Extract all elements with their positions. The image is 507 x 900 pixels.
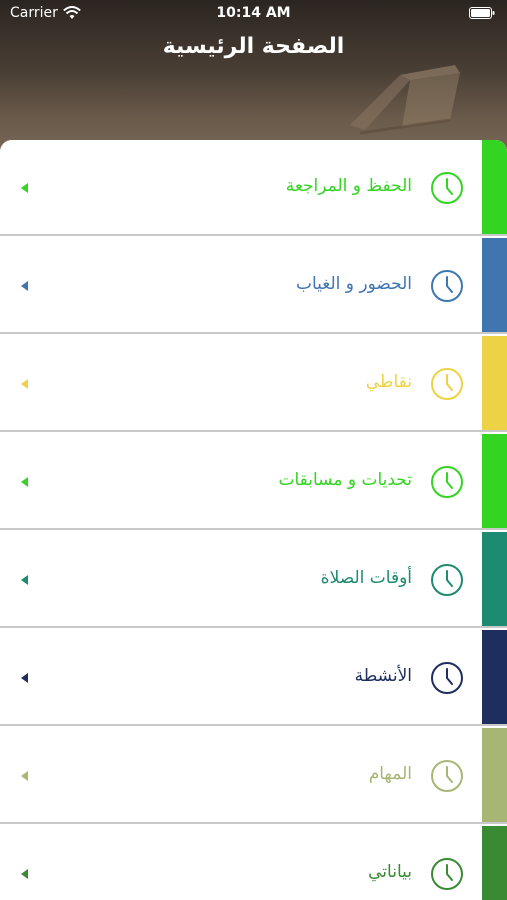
menu-item-challenges[interactable]: تحديات و مسابقات <box>0 434 507 530</box>
menu-item-my-data[interactable]: بياناتي <box>0 826 507 900</box>
menu-item-points[interactable]: نقاطي <box>0 336 507 432</box>
color-strip <box>482 728 507 822</box>
page-title: الصفحة الرئيسية <box>162 34 345 59</box>
clock-icon <box>431 368 463 400</box>
clock-icon <box>431 662 463 694</box>
arrow-left-icon <box>21 869 28 879</box>
battery-icon <box>469 7 495 19</box>
menu-item-label: بياناتي <box>368 862 412 882</box>
menu-list: الحفظ و المراجعة الحضور و الغياب نقاطي ت… <box>0 140 507 900</box>
quran-stand-image <box>350 65 460 135</box>
arrow-left-icon <box>21 183 28 193</box>
menu-item-label: الأنشطة <box>354 666 412 686</box>
menu-item-activities[interactable]: الأنشطة <box>0 630 507 726</box>
status-time: 10:14 AM <box>216 5 291 21</box>
color-strip <box>482 238 507 332</box>
color-strip <box>482 434 507 528</box>
menu-item-label: المهام <box>368 764 412 784</box>
arrow-left-icon <box>21 575 28 585</box>
clock-icon <box>431 858 463 890</box>
arrow-left-icon <box>21 281 28 291</box>
arrow-left-icon <box>21 771 28 781</box>
clock-icon <box>431 564 463 596</box>
color-strip <box>482 826 507 900</box>
color-strip <box>482 336 507 430</box>
arrow-left-icon <box>21 673 28 683</box>
color-strip <box>482 532 507 626</box>
menu-item-prayer-times[interactable]: أوقات الصلاة <box>0 532 507 628</box>
menu-item-label: الحضور و الغياب <box>295 274 412 294</box>
color-strip <box>482 630 507 724</box>
menu-item-memorization[interactable]: الحفظ و المراجعة <box>0 140 507 236</box>
menu-item-label: نقاطي <box>365 372 412 392</box>
status-bar: Carrier 10:14 AM <box>0 0 507 28</box>
arrow-left-icon <box>21 477 28 487</box>
arrow-left-icon <box>21 379 28 389</box>
menu-item-attendance[interactable]: الحضور و الغياب <box>0 238 507 334</box>
clock-icon <box>431 270 463 302</box>
menu-item-label: أوقات الصلاة <box>320 568 412 588</box>
menu-item-label: الحفظ و المراجعة <box>285 176 412 196</box>
clock-icon <box>431 466 463 498</box>
color-strip <box>482 140 507 234</box>
menu-item-label: تحديات و مسابقات <box>278 470 412 490</box>
clock-icon <box>431 172 463 204</box>
menu-item-tasks[interactable]: المهام <box>0 728 507 824</box>
clock-icon <box>431 760 463 792</box>
